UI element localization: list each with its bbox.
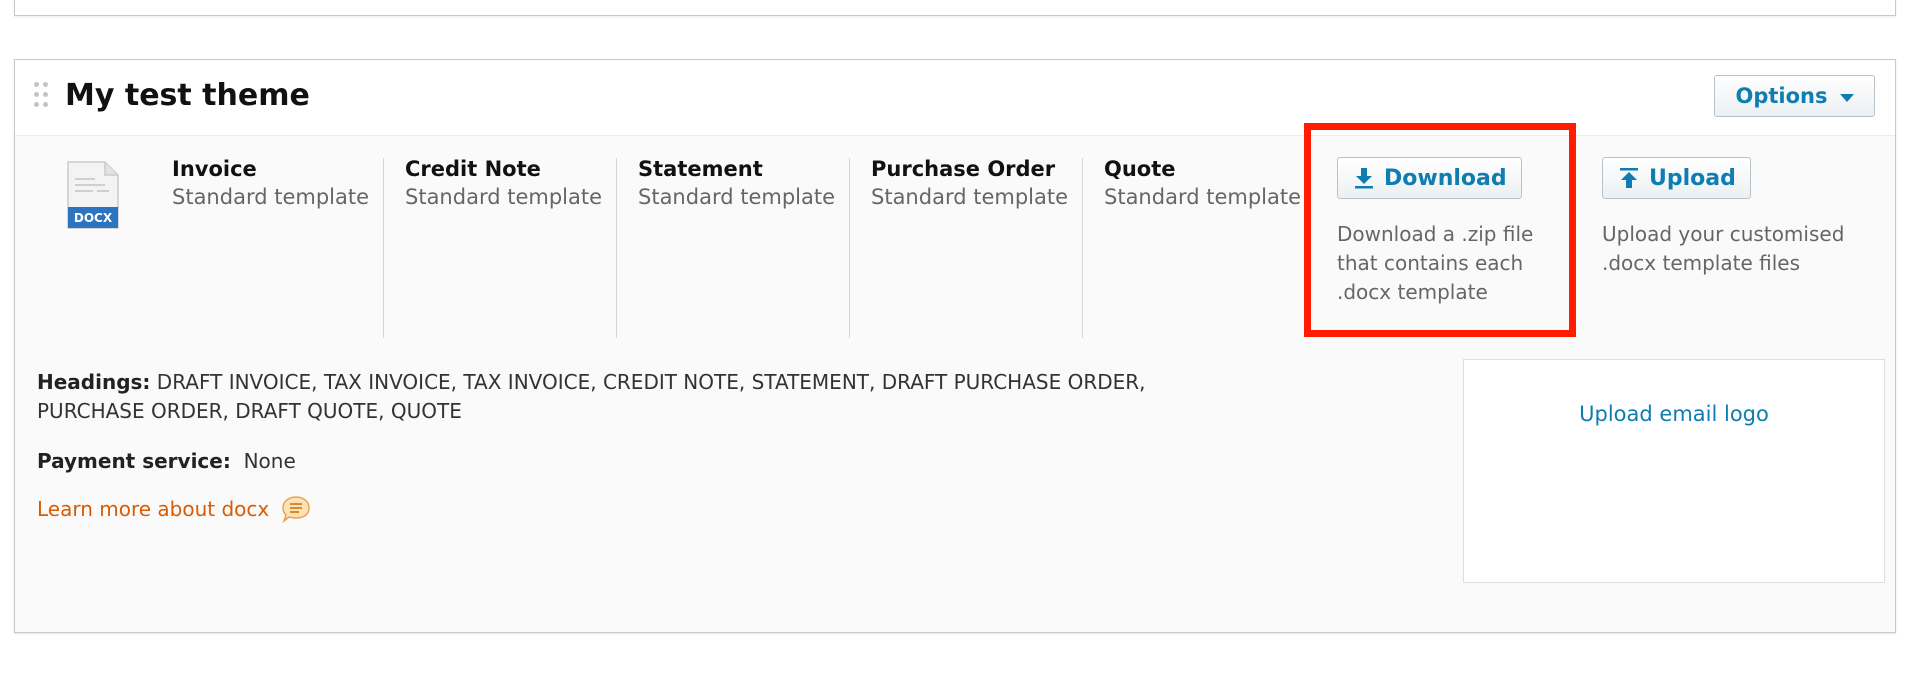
previous-panel-bottom xyxy=(14,0,1896,16)
column-divider xyxy=(1082,158,1083,338)
learn-more-link[interactable]: Learn more about docx xyxy=(37,495,311,523)
docx-label: DOCX xyxy=(74,211,113,225)
template-name: Quote xyxy=(1104,157,1176,181)
template-name: Statement xyxy=(638,157,763,181)
template-name: Invoice xyxy=(172,157,257,181)
template-name: Credit Note xyxy=(405,157,541,181)
template-name: Purchase Order xyxy=(871,157,1056,181)
template-statement: Statement Standard template xyxy=(638,157,870,337)
theme-panel: My test theme Options DOCX Invoice Stand… xyxy=(14,59,1896,633)
speech-bubble-icon xyxy=(282,496,311,523)
upload-arrow-icon xyxy=(1620,168,1638,188)
learn-more-label: Learn more about docx xyxy=(37,497,270,521)
upload-email-logo-link[interactable]: Upload email logo xyxy=(1464,402,1884,426)
upload-description: Upload your customised .docx template fi… xyxy=(1602,220,1844,278)
column-divider xyxy=(616,158,617,338)
headings-values: DRAFT INVOICE, TAX INVOICE, TAX INVOICE,… xyxy=(156,370,1146,394)
payment-service: Payment service: None xyxy=(37,449,296,473)
email-logo-area[interactable]: Upload email logo xyxy=(1463,359,1885,583)
docx-file-icon: DOCX xyxy=(67,161,119,229)
headings-text: Headings: DRAFT INVOICE, TAX INVOICE, TA… xyxy=(37,370,1146,394)
template-type: Standard template xyxy=(1104,185,1302,209)
upload-button[interactable]: Upload xyxy=(1602,157,1751,199)
payment-label: Payment service: xyxy=(37,449,231,473)
headings-text-cont: PURCHASE ORDER, DRAFT QUOTE, QUOTE xyxy=(37,399,462,423)
template-type: Standard template xyxy=(638,185,836,209)
desc-line: Upload your customised xyxy=(1602,222,1845,246)
template-type: Standard template xyxy=(871,185,1069,209)
column-divider xyxy=(383,158,384,338)
template-purchase-order: Purchase Order Standard template xyxy=(871,157,1103,337)
template-type: Standard template xyxy=(172,185,370,209)
desc-line: .docx template files xyxy=(1602,251,1800,275)
template-invoice: Invoice Standard template xyxy=(172,157,404,337)
theme-title: My test theme xyxy=(65,78,310,113)
caret-down-icon xyxy=(1839,93,1854,102)
upload-label: Upload xyxy=(1649,165,1736,191)
panel-header: My test theme Options xyxy=(15,60,1895,136)
template-type: Standard template xyxy=(405,185,603,209)
template-credit-note: Credit Note Standard template xyxy=(405,157,637,337)
highlight-box xyxy=(1304,123,1576,337)
options-button[interactable]: Options xyxy=(1714,75,1875,117)
column-divider xyxy=(849,158,850,338)
options-label: Options xyxy=(1735,84,1828,108)
headings-label: Headings: xyxy=(37,370,151,394)
template-quote: Quote Standard template xyxy=(1104,157,1336,337)
drag-handle-icon[interactable] xyxy=(34,82,50,108)
headings-values: PURCHASE ORDER, DRAFT QUOTE, QUOTE xyxy=(37,399,462,423)
payment-value: None xyxy=(243,449,296,473)
